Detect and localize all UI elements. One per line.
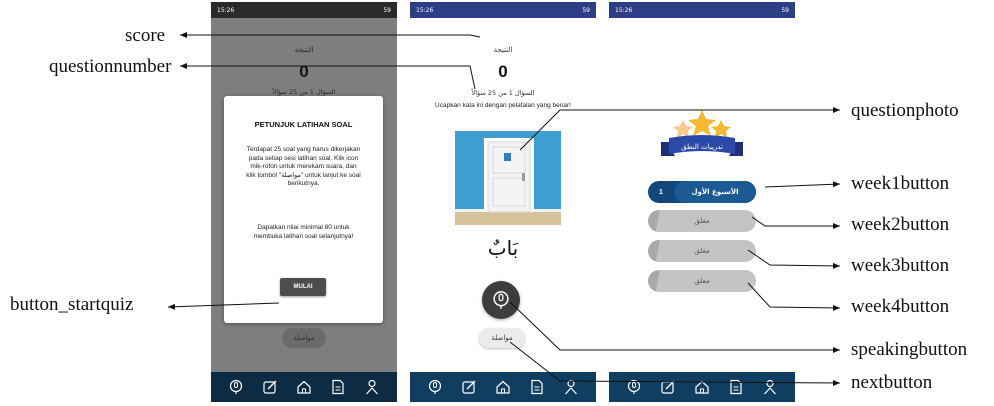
annotation-week2button: week2button — [851, 214, 950, 235]
annotation-button-startquiz: button_startquiz — [10, 294, 134, 315]
battery-indicator: 59 — [582, 6, 590, 14]
status-bar: 15:26 59 — [211, 2, 397, 18]
battery-indicator: 59 — [781, 6, 789, 14]
annotation-questionphoto: questionphoto — [851, 100, 959, 121]
battery-indicator: 59 — [383, 6, 391, 14]
dialog-body: Terdapat 25 soal yang harus dikerjakan p… — [246, 146, 361, 187]
home-icon[interactable] — [495, 379, 511, 395]
week3-label: مغلق — [648, 240, 756, 262]
annotation-week1button: week1button — [851, 173, 950, 194]
start-quiz-button[interactable]: MULAI — [280, 278, 326, 296]
week3-button[interactable]: مغلق — [648, 240, 756, 262]
edit-icon[interactable] — [461, 379, 477, 395]
document-icon[interactable] — [330, 379, 346, 395]
week1-number: 1 — [659, 188, 663, 196]
annotation-questionnumber: questionnumber — [49, 56, 172, 77]
annotation-week3button: week3button — [851, 255, 950, 276]
question-number: السؤال 1 من 25 سؤالاً — [471, 89, 535, 97]
home-icon[interactable] — [694, 379, 710, 395]
instructions-dialog: PETUNJUK LATIHAN SOAL Terdapat 25 soal y… — [224, 96, 383, 323]
status-time: 15:26 — [217, 6, 235, 14]
question-word: بَابٌ — [487, 236, 519, 260]
person-icon[interactable] — [364, 379, 380, 395]
status-time: 15:26 — [416, 6, 434, 14]
edit-icon[interactable] — [262, 379, 278, 395]
week2-label: مغلق — [648, 210, 756, 232]
week1-label: الأسبوع الأول — [674, 181, 756, 203]
question-number: السؤال 1 من 25 سؤالاً — [272, 88, 336, 96]
microphone-icon[interactable] — [427, 379, 443, 395]
edit-icon[interactable] — [660, 379, 676, 395]
week4-label: مغلق — [648, 270, 756, 292]
status-bar: 15:26 59 — [609, 2, 795, 18]
status-time: 15:26 — [615, 6, 633, 14]
score-label: النتيجة — [294, 46, 314, 54]
next-button-dimmed[interactable]: مواصلة — [282, 328, 326, 348]
week1-button[interactable]: 1 الأسبوع الأول — [648, 181, 756, 203]
week4-button[interactable]: مغلق — [648, 270, 756, 292]
score-value: 0 — [498, 62, 508, 81]
badge-label: تدريبات النطق — [681, 143, 723, 151]
status-bar: 15:26 59 — [410, 2, 596, 18]
dialog-body-minimum-score: Dapatkan nilai minimal 80 untuk membuka … — [253, 224, 354, 240]
microphone-icon[interactable] — [626, 379, 642, 395]
home-icon[interactable] — [296, 379, 312, 395]
score-label: النتيجة — [493, 46, 513, 54]
document-icon[interactable] — [728, 379, 744, 395]
annotation-nextbutton: nextbutton — [851, 372, 933, 393]
next-button[interactable]: مواصلة — [479, 328, 525, 348]
speaking-button[interactable] — [482, 281, 520, 319]
phone-screen-instructions: 15:26 59 النتيجة 0 السؤال 1 من 25 سؤالاً… — [211, 2, 397, 402]
dialog-title: PETUNJUK LATIHAN SOAL — [254, 120, 353, 129]
bottom-nav — [609, 372, 795, 402]
score-value: 0 — [299, 62, 309, 81]
person-icon[interactable] — [762, 379, 778, 395]
annotation-score: score — [125, 25, 166, 46]
microphone-icon — [493, 291, 509, 309]
bottom-nav — [211, 372, 397, 402]
question-instruction: Ucapkan kata ini dengan pelafalan yang b… — [435, 102, 571, 109]
person-icon[interactable] — [563, 379, 579, 395]
annotation-speakingbutton: speakingbutton — [851, 339, 968, 360]
stars-ribbon-icon — [661, 110, 743, 156]
week2-button[interactable]: مغلق — [648, 210, 756, 232]
phone-screen-question: 15:26 59 النتيجة 0 السؤال 1 من 25 سؤالاً… — [410, 2, 596, 402]
pronunciation-badge: تدريبات النطق — [655, 108, 749, 168]
phone-screen-weeks: 15:26 59 تدريبات النطق 1 الأسبوع الأول م… — [609, 2, 795, 402]
document-icon[interactable] — [529, 379, 545, 395]
door-illustration — [455, 131, 561, 225]
question-photo — [455, 131, 561, 225]
annotation-week4button: week4button — [851, 296, 950, 317]
bottom-nav — [410, 372, 596, 402]
microphone-icon[interactable] — [228, 379, 244, 395]
